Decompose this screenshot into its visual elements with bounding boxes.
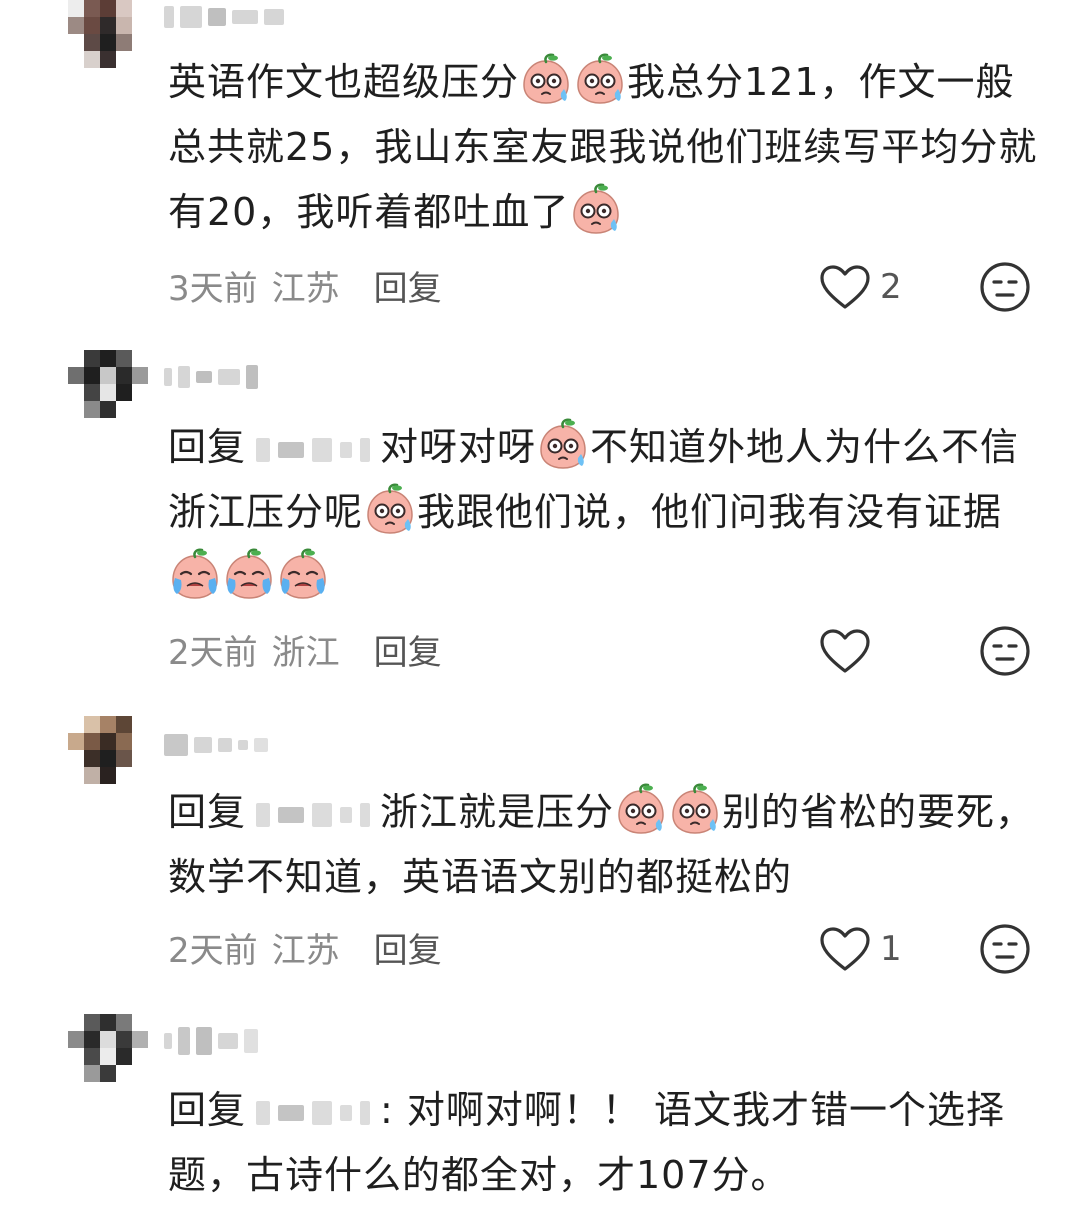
comment-meta: 2天前 浙江 回复: [168, 624, 442, 674]
comment-time: 2天前: [168, 930, 258, 971]
peach-sweat-emoji: [570, 183, 622, 235]
comment-text-segment: 浙江就是压分: [380, 790, 615, 834]
comment-text-segment: 对呀对呀: [380, 425, 537, 469]
avatar[interactable]: [68, 1014, 148, 1082]
mention-redacted[interactable]: [256, 437, 371, 462]
comment-text: 回复: 对啊对啊！！ 语文我才错一个选择题，古诗什么的都全对，才107分。: [168, 1078, 1048, 1208]
comment-text: 回复 对呀对呀 不知道外地人为什么不信浙江压分呢 我跟他们说，他们问我有没有证据: [168, 415, 1048, 610]
comment-text-segment: 我跟他们说，他们问我有没有证据: [417, 490, 1003, 534]
meh-face-icon: [980, 626, 1030, 676]
like-button[interactable]: 2: [818, 262, 902, 312]
comment-region: 浙江: [271, 632, 340, 673]
meh-face-icon: [980, 262, 1030, 312]
reply-prefix: 回复: [168, 425, 247, 469]
mention-redacted[interactable]: [256, 802, 371, 827]
comment-time: 2天前: [168, 632, 258, 673]
peach-cry-emoji: [169, 548, 221, 600]
like-button[interactable]: 1: [818, 924, 902, 974]
meh-face-icon: [980, 924, 1030, 974]
peach-sweat-emoji: [364, 483, 416, 535]
reply-button[interactable]: 回复: [374, 923, 442, 972]
comment-meta: 2天前 江苏 回复: [168, 922, 442, 972]
comment-region: 江苏: [271, 930, 340, 971]
dislike-button[interactable]: [978, 922, 1032, 976]
reply-prefix: 回复: [168, 1088, 247, 1132]
peach-cry-emoji: [277, 548, 329, 600]
comment-text: 英语作文也超级压分 我总分121，作文一般总共就25，我山东室友跟我说他们班续写…: [168, 50, 1048, 245]
username-redacted[interactable]: [164, 362, 258, 392]
comment-text-segment: 英语作文也超级压分: [168, 60, 520, 104]
reply-button[interactable]: 回复: [374, 625, 442, 674]
like-count: 2: [880, 267, 902, 307]
comment-time: 3天前: [168, 268, 258, 309]
avatar[interactable]: [68, 350, 148, 418]
avatar[interactable]: [68, 716, 148, 784]
mention-redacted[interactable]: [256, 1100, 371, 1125]
comment-region: 江苏: [271, 268, 340, 309]
heart-outline-icon: [820, 265, 870, 309]
peach-sweat-emoji: [615, 783, 667, 835]
username-redacted[interactable]: [164, 1026, 258, 1056]
like-button[interactable]: [818, 626, 880, 676]
comment-text: 回复 浙江就是压分 别的省松的要死，数学不知道，英语语文别的都挺松的: [168, 780, 1048, 910]
peach-sweat-emoji: [520, 53, 572, 105]
peach-sweat-emoji: [669, 783, 721, 835]
peach-cry-emoji: [223, 548, 275, 600]
heart-outline-icon: [820, 629, 870, 673]
peach-sweat-emoji: [574, 53, 626, 105]
reply-button[interactable]: 回复: [374, 261, 442, 310]
reply-prefix: 回复: [168, 790, 247, 834]
dislike-button[interactable]: [978, 624, 1032, 678]
peach-sweat-emoji: [537, 418, 589, 470]
heart-outline-icon: [820, 927, 870, 971]
username-redacted[interactable]: [164, 730, 268, 760]
dislike-button[interactable]: [978, 260, 1032, 314]
username-redacted[interactable]: [164, 2, 284, 32]
like-count: 1: [880, 929, 902, 969]
avatar[interactable]: [68, 0, 148, 68]
comment-meta: 3天前 江苏 回复: [168, 260, 442, 310]
